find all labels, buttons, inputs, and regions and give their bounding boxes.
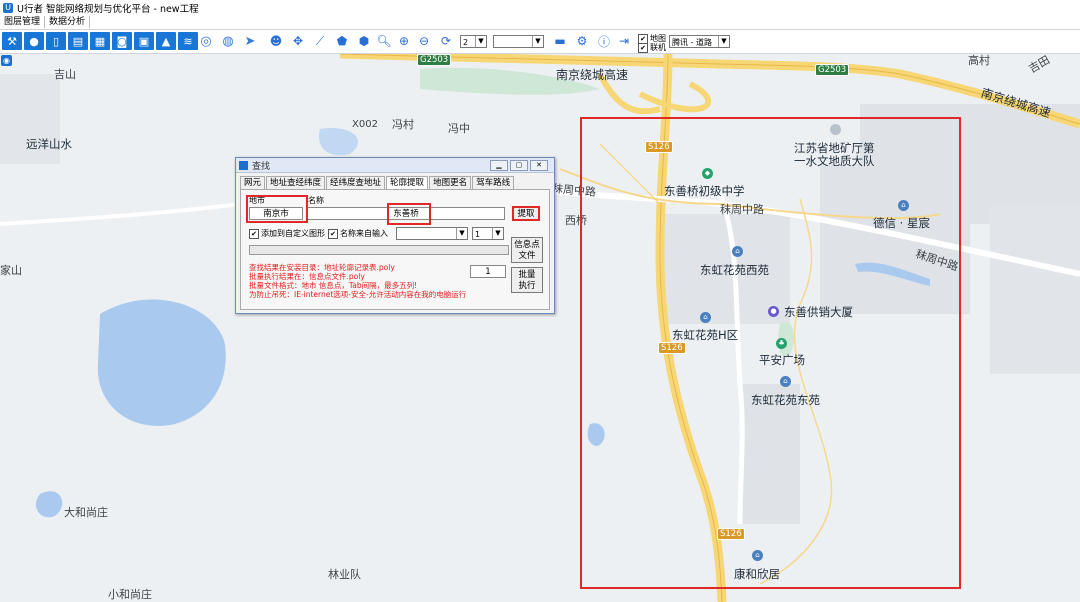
place-label: 家山 bbox=[0, 264, 22, 277]
name-highlight-box bbox=[387, 203, 431, 225]
city-highlight-box bbox=[246, 195, 308, 223]
scale-select[interactable]: ▼ bbox=[493, 35, 544, 48]
dialog-title: 查找 bbox=[252, 161, 271, 172]
chevron-down-icon: ▼ bbox=[492, 228, 503, 239]
road-shield-g2503: G2503 bbox=[417, 54, 452, 66]
tool-ruler-icon[interactable]: ⟋ bbox=[310, 32, 330, 50]
tool-printer-icon[interactable]: ▤ bbox=[68, 32, 88, 50]
checkmark-icon: ✔ bbox=[638, 42, 648, 53]
outline-extract-pane: 地市 名称 南京市 东善桥 提取 ✔ 添加到自定义图形 ✔ 名称来自输入 ▼ 1 ▼… bbox=[240, 189, 550, 310]
place-label: 冯中 bbox=[448, 122, 470, 135]
tool-wifi-icon[interactable]: ≋ bbox=[178, 32, 198, 50]
progress-bar bbox=[249, 245, 509, 255]
info-file-button[interactable]: 信息点 文件 bbox=[511, 237, 543, 263]
note-line: 为防止吊死：IE-internet选项-安全-允许活动内容在我的电脑运行 bbox=[249, 290, 467, 299]
chevron-down-icon: ▼ bbox=[475, 36, 486, 47]
chevron-down-icon: ▼ bbox=[532, 36, 543, 47]
add-custom-label: 添加到自定义图形 bbox=[261, 229, 325, 238]
dialog-caption: 查找 ▁ ▢ ✕ bbox=[236, 158, 554, 173]
dialog-icon bbox=[239, 160, 248, 170]
tool-antenna-icon[interactable]: ⚒ bbox=[2, 32, 22, 50]
place-label: 高村 bbox=[968, 54, 990, 67]
menu-layer-management[interactable]: 图层管理 bbox=[0, 16, 46, 28]
checkmark-icon: ✔ bbox=[249, 228, 259, 239]
zoom-out-icon[interactable]: ⊖ bbox=[414, 32, 434, 50]
settings-gear-icon[interactable]: ⚙ bbox=[572, 32, 592, 50]
zoom-in-icon[interactable]: ⊕ bbox=[394, 32, 414, 50]
window-title: U行者 智能网络规划与优化平台 - new工程 bbox=[17, 3, 199, 15]
name-from-input-checkbox[interactable]: ✔ 名称来自输入 bbox=[328, 228, 388, 239]
app-icon: U bbox=[3, 2, 13, 13]
name-from-input-label: 名称来自输入 bbox=[340, 229, 388, 238]
map-source-value: 腾讯 - 道路 bbox=[672, 38, 712, 47]
tool-print-icon[interactable]: ▬ bbox=[550, 32, 570, 50]
minimize-icon[interactable]: ▁ bbox=[490, 160, 508, 171]
menu-bar: 图层管理 数据分析 bbox=[0, 15, 1080, 30]
close-icon[interactable]: ✕ bbox=[530, 160, 548, 171]
tool-camera-icon[interactable]: ◙ bbox=[112, 32, 132, 50]
chevron-down-icon: ▼ bbox=[718, 36, 729, 47]
add-custom-checkbox[interactable]: ✔ 添加到自定义图形 bbox=[249, 228, 325, 239]
info-file-button-line2: 文件 bbox=[518, 251, 536, 261]
tab-outline-extract[interactable]: 轮廓提取 bbox=[386, 176, 429, 189]
place-label: 小和尚庄 bbox=[108, 588, 152, 601]
menu-data-analysis[interactable]: 数据分析 bbox=[45, 16, 91, 28]
map-canvas[interactable]: G2503 G2503 S126 S126 S126 南京绕城高速 南京绕城高速… bbox=[0, 54, 1080, 602]
tab-address-to-coords[interactable]: 地址查经纬度 bbox=[266, 176, 326, 189]
tool-database-icon[interactable]: ◍ bbox=[218, 32, 238, 50]
exit-icon[interactable]: ⇥ bbox=[614, 32, 634, 50]
chevron-down-icon: ▼ bbox=[456, 228, 467, 239]
zoom-level-value: 2 bbox=[463, 38, 469, 47]
place-label: 大和尚庄 bbox=[64, 506, 108, 519]
extract-button[interactable]: 提取 bbox=[512, 206, 540, 221]
map-source-select[interactable]: 腾讯 - 道路 ▼ bbox=[669, 35, 730, 48]
batch-count-field[interactable]: 1 bbox=[470, 265, 506, 278]
tool-arrow-icon[interactable]: ➤ bbox=[240, 32, 260, 50]
map-corner-icon[interactable]: ◉ bbox=[1, 55, 12, 66]
tool-grid-icon[interactable]: ▦ bbox=[90, 32, 110, 50]
info-file-button-line1: 信息点 bbox=[514, 240, 540, 250]
batch-button-line2: 执行 bbox=[518, 281, 536, 291]
tab-coords-to-address[interactable]: 经纬度查地址 bbox=[326, 176, 386, 189]
info-icon[interactable]: ⓘ bbox=[594, 32, 614, 50]
batch-button-line1: 批量 bbox=[518, 270, 536, 280]
batch-execute-button[interactable]: 批量 执行 bbox=[511, 267, 543, 293]
online-checkbox-label: 联机 bbox=[650, 43, 666, 52]
count-select-value: 1 bbox=[475, 230, 481, 239]
toolbar: ⚒ ● ▯ ▤ ▦ ◙ ▣ ▲ ≋ ◎ ◍ ➤ ☻ ✥ ⟋ ⬟ ⬢ 🔍︎ ⊕ ⊖… bbox=[0, 30, 1080, 54]
tool-user-icon[interactable]: ☻ bbox=[266, 32, 286, 50]
count-select[interactable]: 1 ▼ bbox=[472, 227, 504, 240]
tool-pci-icon[interactable]: ◎ bbox=[196, 32, 216, 50]
zoom-level-select[interactable]: 2 ▼ bbox=[460, 35, 487, 48]
dialog-tabs: 网元 地址查经纬度 经纬度查地址 轮廓提取 地图更名 驾车路线 bbox=[240, 176, 515, 189]
tool-pin-icon[interactable]: ● bbox=[24, 32, 44, 50]
tab-network-element[interactable]: 网元 bbox=[240, 176, 266, 189]
refresh-icon[interactable]: ⟳ bbox=[436, 32, 456, 50]
tool-search-icon[interactable]: 🔍︎ bbox=[374, 32, 394, 50]
place-label: 冯村 bbox=[392, 118, 414, 131]
tab-map-rename[interactable]: 地图更名 bbox=[429, 176, 472, 189]
maximize-icon[interactable]: ▢ bbox=[510, 160, 528, 171]
road-shield-g2503: G2503 bbox=[815, 64, 850, 76]
place-label: 远洋山水 bbox=[26, 137, 72, 151]
find-dialog: 查找 ▁ ▢ ✕ 网元 地址查经纬度 经纬度查地址 轮廓提取 地图更名 驾车路线… bbox=[235, 157, 555, 314]
tool-polygon-icon[interactable]: ⬟ bbox=[332, 32, 352, 50]
tab-driving-route[interactable]: 驾车路线 bbox=[472, 176, 515, 189]
highway-label: 南京绕城高速 bbox=[556, 68, 629, 82]
tool-phone-icon[interactable]: ▯ bbox=[46, 32, 66, 50]
place-label: 林业队 bbox=[328, 568, 361, 581]
online-checkbox[interactable]: ✔ 联机 bbox=[638, 42, 666, 53]
tool-folder-icon[interactable]: ▣ bbox=[134, 32, 154, 50]
tool-network-icon[interactable]: ▲ bbox=[156, 32, 176, 50]
name-label: 名称 bbox=[308, 196, 324, 205]
layer-select[interactable]: ▼ bbox=[396, 227, 468, 240]
road-label: X002 bbox=[352, 119, 378, 130]
title-bar: U U行者 智能网络规划与优化平台 - new工程 bbox=[0, 0, 1080, 16]
checkmark-icon: ✔ bbox=[328, 228, 338, 239]
extracted-area-box bbox=[580, 117, 961, 589]
place-label: 吉山 bbox=[54, 68, 76, 81]
tool-pan-icon[interactable]: ✥ bbox=[288, 32, 308, 50]
tool-cube-icon[interactable]: ⬢ bbox=[354, 32, 374, 50]
